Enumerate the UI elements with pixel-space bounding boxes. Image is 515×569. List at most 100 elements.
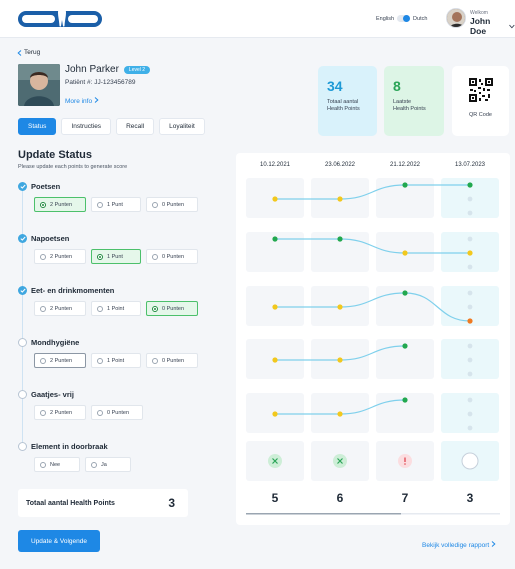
score-point	[272, 357, 278, 363]
user-name: John Doe	[470, 16, 491, 36]
option-label: 0 Punten	[162, 305, 185, 312]
radio-icon	[40, 409, 46, 416]
option-ja[interactable]: Ja	[85, 457, 131, 472]
user-avatar[interactable]	[446, 8, 466, 28]
option-0-punten[interactable]: 0 Punten	[146, 249, 198, 264]
placeholder-dot	[467, 236, 473, 242]
radio-icon	[152, 357, 158, 364]
option-nee[interactable]: Nee	[34, 457, 80, 472]
update-status-title: Update Status	[18, 149, 92, 161]
score-point	[337, 357, 343, 363]
score-point	[402, 343, 408, 349]
question-title: Gaatjes- vrij	[31, 390, 74, 399]
score-point	[402, 397, 408, 403]
tab-loyaliteit[interactable]: Loyaliteit	[159, 118, 205, 135]
placeholder-dot	[467, 411, 473, 417]
option-label: 1 Point	[107, 305, 125, 312]
lang-dutch[interactable]: Dutch	[413, 16, 427, 22]
tab-status[interactable]: Status	[18, 118, 57, 135]
score-point	[467, 182, 473, 188]
option-0-punten[interactable]: 0 Punten	[146, 301, 198, 316]
language-toggle[interactable]	[397, 15, 411, 22]
tooth-icon	[58, 9, 66, 27]
radio-icon	[152, 305, 158, 312]
last-label-line-1: Laatste	[393, 99, 412, 105]
score-trend-line	[275, 184, 470, 200]
option-2-punten[interactable]: 2 Punten	[34, 249, 86, 264]
history-total: 6	[336, 491, 344, 505]
empty-circle-icon	[18, 338, 27, 347]
option-2-punten[interactable]: 2 Punten	[34, 353, 86, 368]
back-label: Terug	[24, 49, 41, 56]
option-1-point[interactable]: 1 Point	[91, 301, 141, 316]
user-menu[interactable]: Welkom John Doe	[470, 10, 515, 36]
last-health-points-card: 8 Laatste Health Points	[384, 66, 444, 136]
check-circle-icon	[18, 234, 27, 243]
option-1-punt[interactable]: 1 Punt	[91, 197, 141, 212]
option-label: 0 Punten	[162, 201, 185, 208]
lang-english[interactable]: English	[376, 16, 394, 22]
more-info-link[interactable]: More info	[65, 97, 99, 105]
clinic-logo[interactable]	[18, 9, 102, 27]
back-link[interactable]: Terug	[17, 49, 40, 56]
option-label: 1 Point	[107, 357, 125, 364]
placeholder-dot	[467, 264, 473, 270]
score-point	[402, 290, 408, 296]
score-trend-line	[274, 238, 470, 254]
patient-name: John Parker	[65, 64, 119, 75]
placeholder-dot	[467, 343, 473, 349]
tab-recall[interactable]: Recall	[116, 118, 155, 135]
update-next-button[interactable]: Update & Volgende	[18, 530, 100, 552]
total-health-points-value: 3	[168, 496, 175, 510]
chevron-right-icon	[94, 97, 99, 103]
empty-circle-icon	[461, 452, 479, 470]
score-point	[272, 304, 278, 310]
language-switch[interactable]: English Dutch	[376, 15, 427, 22]
chevron-right-icon	[491, 541, 496, 547]
last-label-line-2: Health Points	[393, 106, 426, 113]
option-1-point[interactable]: 1 Point	[91, 353, 141, 368]
option-label: 2 Punten	[50, 201, 73, 208]
question-title: Eet- en drinkmomenten	[31, 286, 115, 295]
patient-tabs: Status Instructies Recall Loyaliteit	[18, 118, 205, 135]
placeholder-dot	[467, 196, 473, 202]
qr-code-card[interactable]: QR Code	[452, 66, 509, 136]
option-2-punten[interactable]: 2 Punten	[34, 197, 86, 212]
radio-icon	[40, 357, 46, 364]
option-1-punt[interactable]: 1 Punt	[91, 249, 141, 264]
radio-icon	[152, 201, 158, 208]
option-label: 1 Punt	[107, 253, 123, 260]
option-0-punten[interactable]: 0 Punten	[91, 405, 143, 420]
radio-icon	[97, 357, 103, 364]
tab-instructies[interactable]: Instructies	[61, 118, 112, 135]
question-mondhygiene: Mondhygiëne 2 Punten 1 Point 0 Punten	[18, 338, 198, 368]
patient-id: Patiënt #: JJ-123456789	[65, 79, 136, 86]
history-total: 5	[271, 491, 279, 505]
total-health-points-card: 34 Totaal aantal Health Points	[318, 66, 377, 136]
total-health-points-box: Totaal aantal Health Points 3	[18, 489, 188, 517]
update-status-subtitle: Please update each points to generate sc…	[18, 164, 128, 170]
history-total: 7	[401, 491, 409, 505]
total-label-line-2: Health Points	[327, 106, 360, 113]
total-health-points-value: 34	[327, 78, 343, 94]
option-0-punten[interactable]: 0 Punten	[146, 353, 198, 368]
user-name-row[interactable]: John Doe	[470, 16, 515, 36]
radio-icon	[40, 253, 46, 260]
score-point	[272, 236, 278, 242]
option-label: 1 Punt	[107, 201, 123, 208]
radio-icon	[97, 409, 103, 416]
radio-icon	[97, 305, 103, 312]
full-report-link[interactable]: Bekijk volledige rapport	[422, 541, 496, 549]
option-0-punten[interactable]: 0 Punten	[146, 197, 198, 212]
radio-icon	[40, 305, 46, 312]
top-bar: English Dutch Welkom John Doe	[0, 0, 515, 38]
option-label: 0 Punten	[162, 357, 185, 364]
score-point	[337, 236, 343, 242]
option-2-punten[interactable]: 2 Punten	[34, 405, 86, 420]
last-health-points-label: Laatste Health Points	[393, 99, 435, 114]
logo-text-right	[68, 15, 98, 23]
full-report-label: Bekijk volledige rapport	[422, 542, 490, 549]
option-2-punten[interactable]: 2 Punten	[34, 301, 86, 316]
total-label-line-1: Totaal aantal	[327, 99, 359, 105]
more-info-label: More info	[65, 98, 93, 105]
